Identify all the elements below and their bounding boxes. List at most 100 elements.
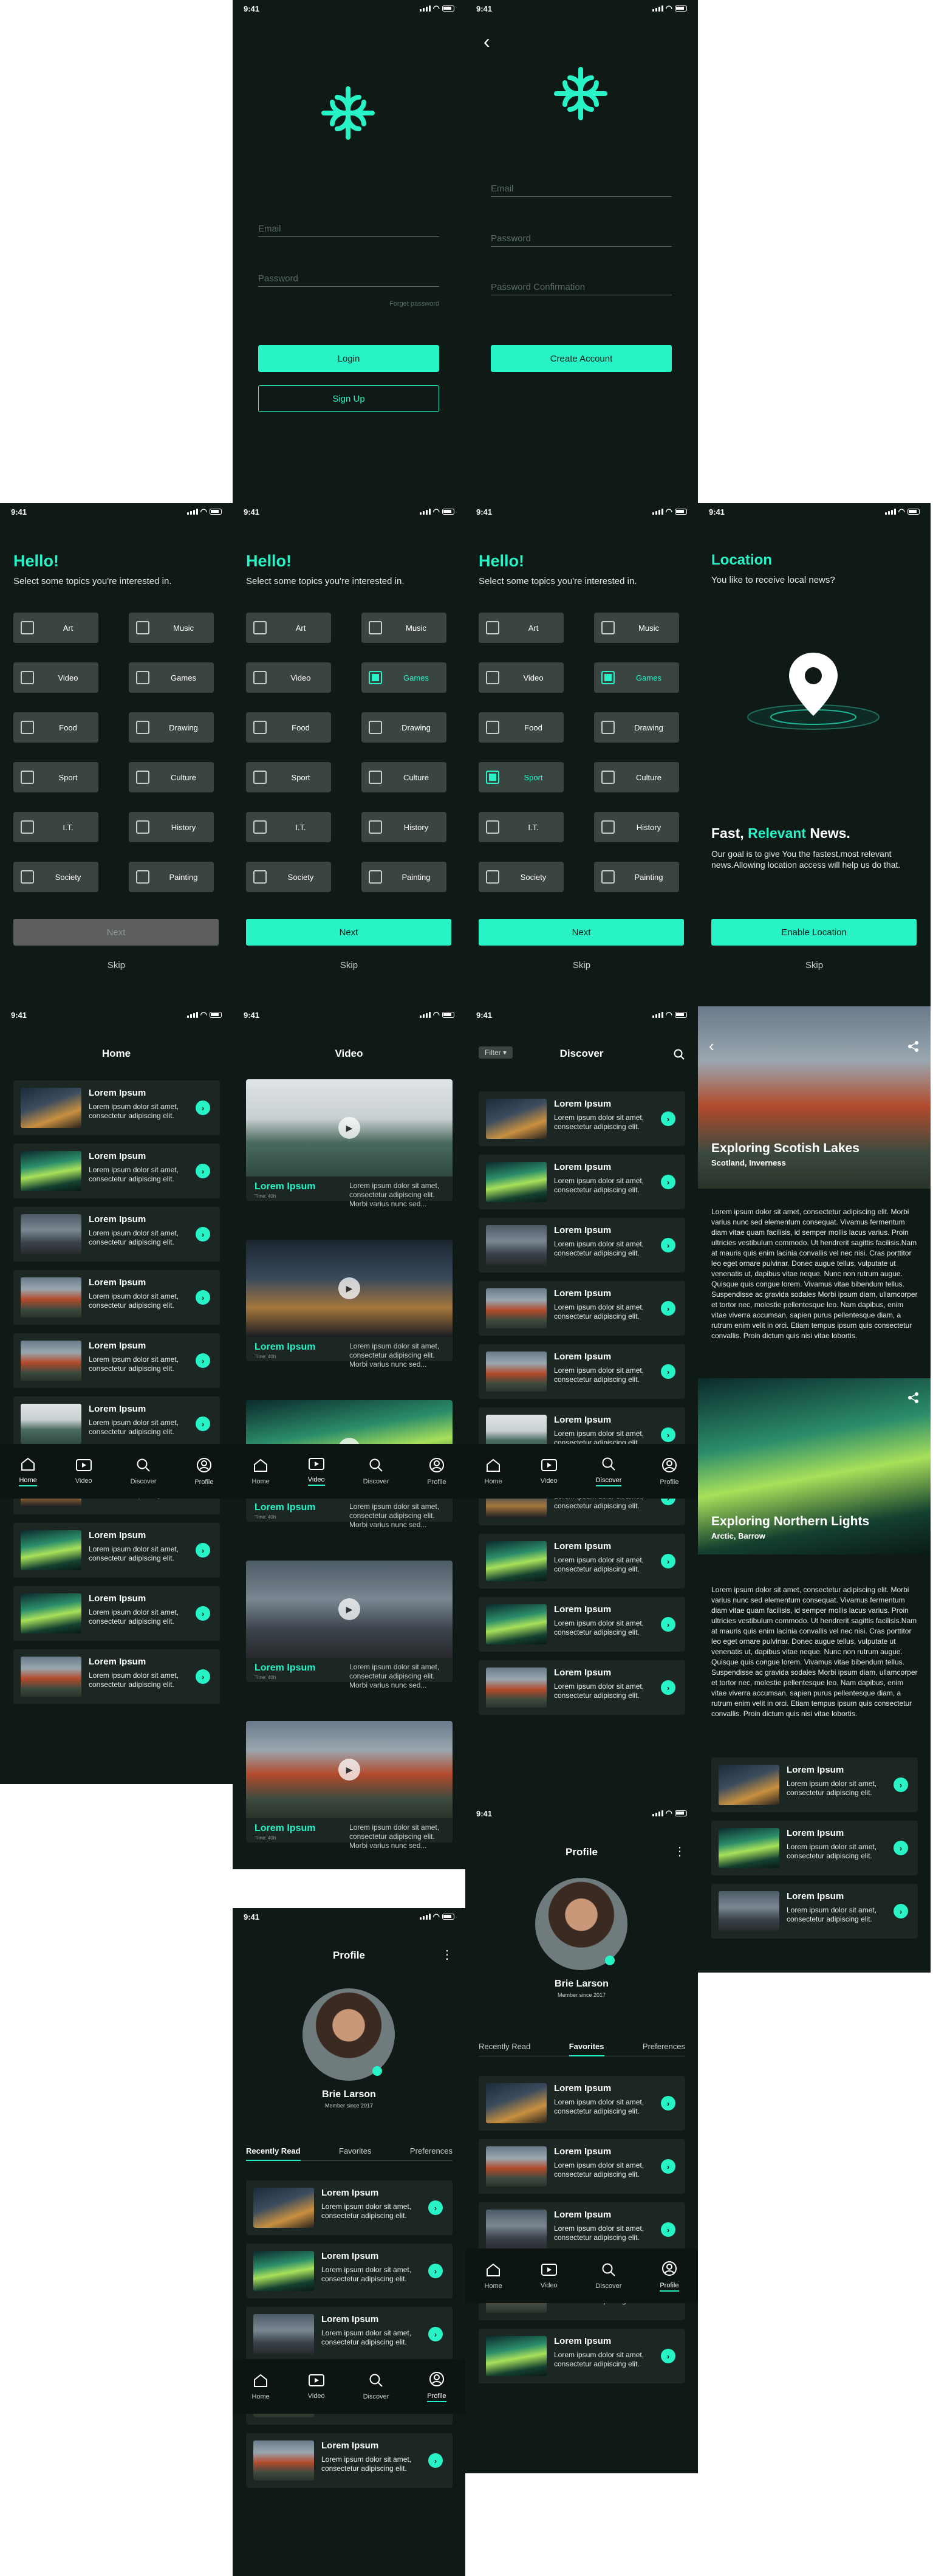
nav-profile[interactable]: Profile	[427, 1457, 446, 1486]
tab-recently-read[interactable]: Recently Read	[246, 2146, 301, 2161]
play-icon[interactable]: ▶	[338, 1117, 360, 1139]
topic-chip-culture[interactable]: Culture	[361, 762, 446, 792]
arrow-right-icon[interactable]: ›	[196, 1353, 210, 1368]
arrow-right-icon[interactable]: ›	[661, 1238, 675, 1252]
nav-profile[interactable]: Profile	[660, 1457, 679, 1486]
topic-chip-painting[interactable]: Painting	[361, 862, 446, 892]
nav-discover[interactable]: Discover	[363, 2373, 389, 2400]
topic-chip-culture[interactable]: Culture	[129, 762, 214, 792]
nav-home[interactable]: Home	[484, 2262, 502, 2290]
nav-home[interactable]: Home	[251, 2373, 270, 2400]
arrow-right-icon[interactable]: ›	[428, 2200, 443, 2215]
list-item[interactable]: Lorem Ipsum Lorem ipsum dolor sit amet, c…	[479, 1597, 685, 1652]
tab-preferences[interactable]: Preferences	[643, 2042, 685, 2051]
list-item[interactable]: Lorem Ipsum Lorem ipsum dolor sit amet, c…	[479, 1660, 685, 1715]
play-icon[interactable]: ▶	[338, 1277, 360, 1299]
arrow-right-icon[interactable]: ›	[894, 1841, 908, 1855]
topic-chip-society[interactable]: Society	[246, 862, 331, 892]
tab-preferences[interactable]: Preferences	[410, 2146, 453, 2155]
topic-chip-painting[interactable]: Painting	[594, 862, 679, 892]
topic-chip-it[interactable]: I.T.	[246, 812, 331, 842]
topic-chip-sport[interactable]: Sport	[479, 762, 564, 792]
list-item[interactable]: Lorem Ipsum Lorem ipsum dolor sit amet, c…	[711, 1884, 918, 1939]
nav-discover[interactable]: Discover	[131, 1458, 156, 1485]
list-item[interactable]: Lorem Ipsum Lorem ipsum dolor sit amet, c…	[13, 1523, 220, 1578]
topic-chip-history[interactable]: History	[129, 812, 214, 842]
nav-video[interactable]: Video	[307, 1457, 325, 1486]
list-item[interactable]: Lorem Ipsum Lorem ipsum dolor sit amet, c…	[246, 2180, 453, 2235]
topic-chip-video[interactable]: Video	[13, 662, 98, 693]
list-item[interactable]: Lorem Ipsum Lorem ipsum dolor sit amet, c…	[13, 1333, 220, 1388]
list-item[interactable]: Lorem Ipsum Lorem ipsum dolor sit amet, c…	[479, 1155, 685, 1209]
list-item[interactable]: Lorem Ipsum Lorem ipsum dolor sit amet, c…	[13, 1270, 220, 1325]
topic-chip-art[interactable]: Art	[246, 613, 331, 643]
create-account-button[interactable]: Create Account	[491, 345, 672, 372]
arrow-right-icon[interactable]: ›	[661, 2222, 675, 2237]
arrow-right-icon[interactable]: ›	[196, 1606, 210, 1621]
video-card[interactable]: ▶ Lorem Ipsum Time: 40h Lorem ipsum dolor s…	[246, 1561, 453, 1689]
list-item[interactable]: Lorem Ipsum Lorem ipsum dolor sit amet, c…	[479, 1218, 685, 1273]
password-confirm-field[interactable]: Password Confirmation	[491, 282, 672, 295]
enable-location-button[interactable]: Enable Location	[711, 919, 917, 946]
list-item[interactable]: Lorem Ipsum Lorem ipsum dolor sit amet, c…	[479, 2139, 685, 2194]
list-item[interactable]: Lorem Ipsum Lorem ipsum dolor sit amet, c…	[13, 1207, 220, 1262]
menu-icon[interactable]: ⋮	[674, 1844, 686, 1859]
list-item[interactable]: Lorem Ipsum Lorem ipsum dolor sit amet, c…	[479, 1281, 685, 1336]
email-field[interactable]: Email	[258, 224, 439, 237]
search-icon[interactable]	[674, 1049, 685, 1060]
password-field[interactable]: Password	[258, 273, 439, 287]
list-item[interactable]: Lorem Ipsum Lorem ipsum dolor sit amet, c…	[479, 1534, 685, 1589]
password-field[interactable]: Password	[491, 233, 672, 247]
nav-discover[interactable]: Discover	[595, 1457, 622, 1486]
topic-chip-games[interactable]: Games	[594, 662, 679, 693]
topic-chip-society[interactable]: Society	[13, 862, 98, 892]
arrow-right-icon[interactable]: ›	[661, 1364, 675, 1379]
nav-profile[interactable]: Profile	[427, 2371, 446, 2402]
topic-chip-it[interactable]: I.T.	[479, 812, 564, 842]
tab-favorites[interactable]: Favorites	[569, 2042, 604, 2056]
topic-chip-music[interactable]: Music	[361, 613, 446, 643]
topic-chip-history[interactable]: History	[361, 812, 446, 842]
video-card[interactable]: ▶ Lorem Ipsum Time: 40h Lorem ipsum dolor s…	[246, 1079, 453, 1208]
nav-video[interactable]: Video	[308, 2374, 325, 2400]
topic-chip-art[interactable]: Art	[13, 613, 98, 643]
arrow-right-icon[interactable]: ›	[196, 1543, 210, 1558]
arrow-right-icon[interactable]: ›	[428, 2327, 443, 2341]
topic-chip-sport[interactable]: Sport	[13, 762, 98, 792]
arrow-right-icon[interactable]: ›	[428, 2453, 443, 2468]
nav-home[interactable]: Home	[251, 1458, 270, 1485]
topic-chip-food[interactable]: Food	[13, 712, 98, 743]
arrow-right-icon[interactable]: ›	[661, 1175, 675, 1189]
arrow-right-icon[interactable]: ›	[196, 1164, 210, 1178]
arrow-right-icon[interactable]: ›	[894, 1777, 908, 1792]
skip-link[interactable]: Skip	[698, 960, 931, 970]
list-item[interactable]: Lorem Ipsum Lorem ipsum dolor sit amet, c…	[479, 2329, 685, 2383]
list-item[interactable]: Lorem Ipsum Lorem ipsum dolor sit amet, c…	[13, 1649, 220, 1704]
tab-favorites[interactable]: Favorites	[339, 2146, 371, 2155]
list-item[interactable]: Lorem Ipsum Lorem ipsum dolor sit amet, c…	[479, 2076, 685, 2131]
topic-chip-painting[interactable]: Painting	[129, 862, 214, 892]
back-icon[interactable]: ‹	[484, 30, 490, 53]
arrow-right-icon[interactable]: ›	[661, 1111, 675, 1126]
topic-chip-sport[interactable]: Sport	[246, 762, 331, 792]
tab-recently-read[interactable]: Recently Read	[479, 2042, 530, 2051]
nav-discover[interactable]: Discover	[596, 2262, 621, 2290]
next-button[interactable]: Next	[246, 919, 451, 946]
topic-chip-art[interactable]: Art	[479, 613, 564, 643]
arrow-right-icon[interactable]: ›	[661, 1617, 675, 1632]
email-field[interactable]: Email	[491, 184, 672, 197]
nav-video[interactable]: Video	[75, 1458, 92, 1485]
topic-chip-music[interactable]: Music	[594, 613, 679, 643]
list-item[interactable]: Lorem Ipsum Lorem ipsum dolor sit amet, c…	[13, 1396, 220, 1451]
list-item[interactable]: Lorem Ipsum Lorem ipsum dolor sit amet, c…	[711, 1757, 918, 1812]
list-item[interactable]: Lorem Ipsum Lorem ipsum dolor sit amet, c…	[246, 2244, 453, 2298]
next-button[interactable]: Next	[479, 919, 684, 946]
arrow-right-icon[interactable]: ›	[661, 2159, 675, 2174]
topic-chip-games[interactable]: Games	[361, 662, 446, 693]
skip-link[interactable]: Skip	[465, 960, 698, 970]
list-item[interactable]: Lorem Ipsum Lorem ipsum dolor sit amet, c…	[13, 1080, 220, 1135]
topic-chip-food[interactable]: Food	[246, 712, 331, 743]
nav-profile[interactable]: Profile	[194, 1457, 214, 1486]
nav-home[interactable]: Home	[484, 1458, 502, 1485]
login-button[interactable]: Login	[258, 345, 439, 372]
